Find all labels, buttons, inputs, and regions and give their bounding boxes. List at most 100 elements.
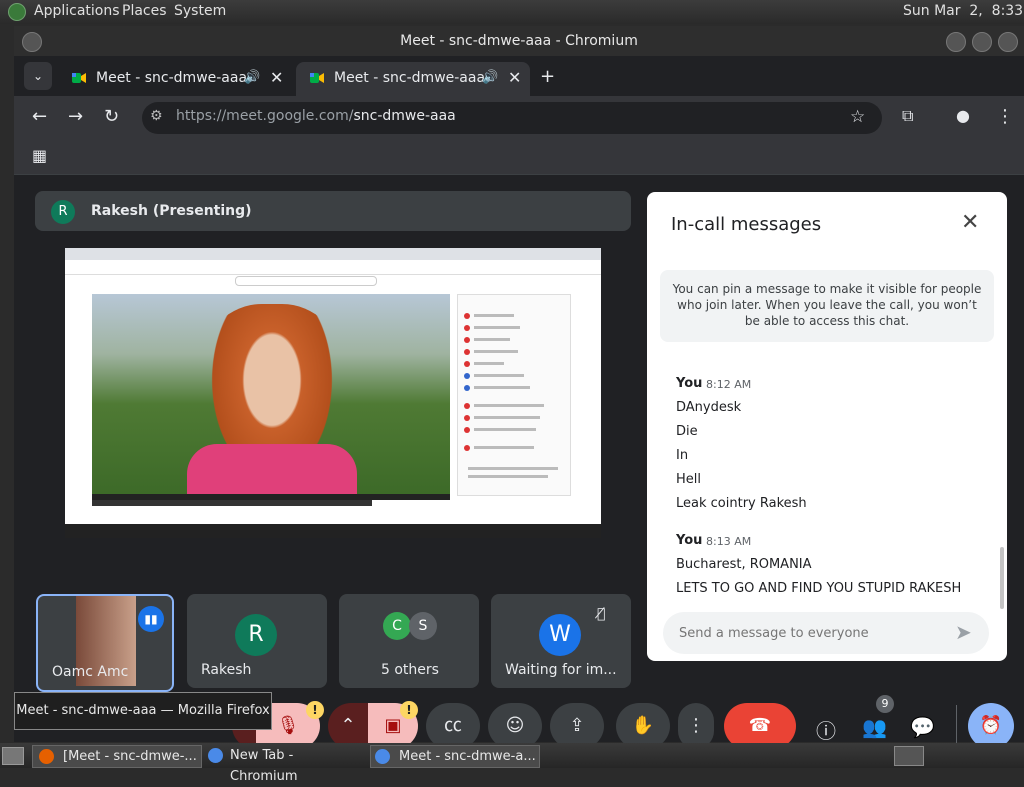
chromium-window: Meet - snc-dmwe-aaa - Chromium ⌄ Meet - … — [14, 26, 1024, 749]
url-text[interactable]: https://meet.google.com/snc-dmwe-aaa — [176, 108, 456, 124]
tab-search-icon[interactable]: ⌄ — [24, 62, 52, 90]
speaker-icon[interactable]: 🔊 — [482, 62, 498, 94]
minimize-icon[interactable] — [946, 32, 966, 52]
menu-places[interactable]: Places — [122, 3, 167, 19]
menu-kebab-icon[interactable]: ⋮ — [996, 106, 1014, 127]
people-icon[interactable]: 👥 — [862, 715, 887, 739]
message-time: 8:13 AM — [706, 535, 752, 548]
new-tab-icon[interactable]: + — [540, 66, 555, 87]
mic-off-icon: 🎙̸ — [597, 606, 606, 622]
chat-scrollbar[interactable] — [1000, 547, 1004, 609]
presenter-bar: R Rakesh (Presenting) — [35, 191, 631, 231]
tile-name: Oamc Amc — [52, 664, 129, 680]
meet-page: R Rakesh (Presenting) ▮▮ Oamc Amc R Rake… — [14, 175, 1024, 749]
meet-favicon-icon — [310, 73, 324, 83]
message-line: Die — [676, 424, 698, 439]
site-info-icon[interactable]: ⚙ — [150, 108, 163, 124]
window-menu-icon[interactable] — [22, 32, 42, 52]
address-bar[interactable]: ⚙ https://meet.google.com/snc-dmwe-aaa ☆ — [142, 102, 882, 134]
message-line: Bucharest, ROMANIA — [676, 557, 812, 572]
extensions-icon[interactable]: ⧉ — [902, 106, 913, 126]
message-line: LETS TO GO AND FIND YOU STUPID RAKESH — [676, 581, 962, 596]
alarm-icon: ⏰ — [979, 715, 1003, 736]
window-tooltip: Meet - snc-dmwe-aaa — Mozilla Firefox — [14, 692, 272, 730]
top-panel: Applications Places System Sun Mar 2, 8:… — [0, 0, 1024, 24]
message-sender: You — [676, 376, 703, 391]
forward-icon[interactable]: → — [68, 106, 83, 127]
controls-divider — [956, 705, 957, 745]
hang-up-icon: ☎ — [748, 715, 772, 736]
close-window-icon[interactable] — [998, 32, 1018, 52]
chat-title: In-call messages — [671, 214, 822, 235]
video-title-line — [92, 500, 372, 506]
tile-others[interactable]: C S 5 others — [339, 594, 479, 688]
avatar: W — [539, 614, 581, 656]
bookmarks-bar: ▦ — [14, 140, 1024, 175]
camera-warning-icon: ! — [400, 701, 418, 719]
tab-strip: ⌄ Meet - snc-dmwe-aaa 🔊 ✕ Meet - snc-dmw… — [14, 56, 1024, 96]
shared-live-chat — [457, 294, 571, 496]
show-desktop-icon[interactable] — [2, 747, 24, 765]
tile-name: Waiting for im... — [505, 662, 617, 678]
mic-off-icon: 🎙 — [276, 715, 300, 736]
window-titlebar[interactable]: Meet - snc-dmwe-aaa - Chromium — [14, 26, 1024, 56]
tab-meet-2[interactable]: Meet - snc-dmwe-aaa 🔊 ✕ — [296, 62, 530, 96]
message-line: Hell — [676, 472, 701, 487]
message-line: DAnydesk — [676, 400, 742, 415]
close-tab-icon[interactable]: ✕ — [508, 62, 521, 94]
avatar: C — [383, 612, 411, 640]
clock[interactable]: Sun Mar 2, 8:33 AM — [903, 3, 1024, 19]
hand-icon: ✋ — [631, 715, 655, 736]
bottom-taskbar: [Meet - snc-dmwe-... New Tab - Chromium … — [0, 743, 1024, 784]
people-count-badge: 9 — [876, 695, 894, 713]
browser-toolbar: ← → ↻ ⚙ https://meet.google.com/snc-dmwe… — [14, 96, 1024, 140]
camera-off-icon: ▣ — [384, 715, 402, 736]
task-chromium-newtab[interactable]: New Tab - Chromium — [204, 745, 364, 784]
tile-waiting[interactable]: W 🎙̸ Waiting for im... — [491, 594, 631, 688]
shared-video — [92, 294, 450, 494]
message-sender: You — [676, 533, 703, 548]
chat-input[interactable] — [677, 622, 941, 644]
back-icon[interactable]: ← — [32, 106, 47, 127]
gnome-foot-icon[interactable] — [8, 3, 26, 21]
menu-system[interactable]: System — [174, 3, 226, 19]
window-title: Meet - snc-dmwe-aaa - Chromium — [400, 33, 638, 49]
close-chat-icon[interactable]: ✕ — [961, 210, 979, 235]
message-line: Leak cointry Rakesh — [676, 496, 807, 511]
tile-self[interactable]: ▮▮ Oamc Amc — [36, 594, 174, 692]
presenter-name: Rakesh (Presenting) — [91, 203, 252, 219]
reload-icon[interactable]: ↻ — [104, 106, 119, 127]
close-tab-icon[interactable]: ✕ — [270, 62, 283, 94]
tab-label: Meet - snc-dmwe-aaa — [334, 70, 486, 86]
shared-taskbar — [65, 524, 601, 538]
tab-label: Meet - snc-dmwe-aaa — [96, 70, 248, 86]
tab-meet-1[interactable]: Meet - snc-dmwe-aaa 🔊 ✕ — [58, 62, 292, 96]
message-time: 8:12 AM — [706, 378, 752, 391]
task-chromium-meet[interactable]: Meet - snc-dmwe-a... — [370, 745, 540, 768]
chromium-icon — [375, 749, 390, 764]
profile-icon[interactable]: ● — [956, 106, 970, 125]
presenter-avatar: R — [51, 200, 75, 224]
avatar: S — [409, 612, 437, 640]
task-firefox-meet[interactable]: [Meet - snc-dmwe-... — [32, 745, 202, 768]
send-icon[interactable]: ➤ — [955, 620, 972, 644]
shared-browser-address — [65, 260, 601, 275]
more-vert-icon: ⋮ — [687, 715, 705, 736]
chat-input-box[interactable]: ➤ — [663, 612, 989, 654]
chromium-icon — [208, 748, 223, 763]
speaker-icon[interactable]: 🔊 — [244, 62, 260, 94]
workspace-switcher[interactable] — [894, 746, 924, 766]
tile-name: 5 others — [381, 662, 439, 678]
chat-panel: In-call messages ✕ You can pin a message… — [647, 192, 1007, 661]
maximize-icon[interactable] — [972, 32, 992, 52]
menu-applications[interactable]: Applications — [34, 3, 120, 19]
chat-icon[interactable]: 💬 — [910, 715, 935, 739]
tile-rakesh[interactable]: R Rakesh — [187, 594, 327, 688]
meet-favicon-icon — [72, 73, 86, 83]
tile-name: Rakesh — [201, 662, 252, 678]
meeting-info-icon[interactable]: ⓘ — [816, 715, 836, 744]
apps-grid-icon[interactable]: ▦ — [32, 146, 47, 165]
speaking-indicator-icon: ▮▮ — [138, 606, 164, 632]
shared-screen — [65, 248, 601, 538]
bookmark-star-icon[interactable]: ☆ — [850, 107, 865, 127]
